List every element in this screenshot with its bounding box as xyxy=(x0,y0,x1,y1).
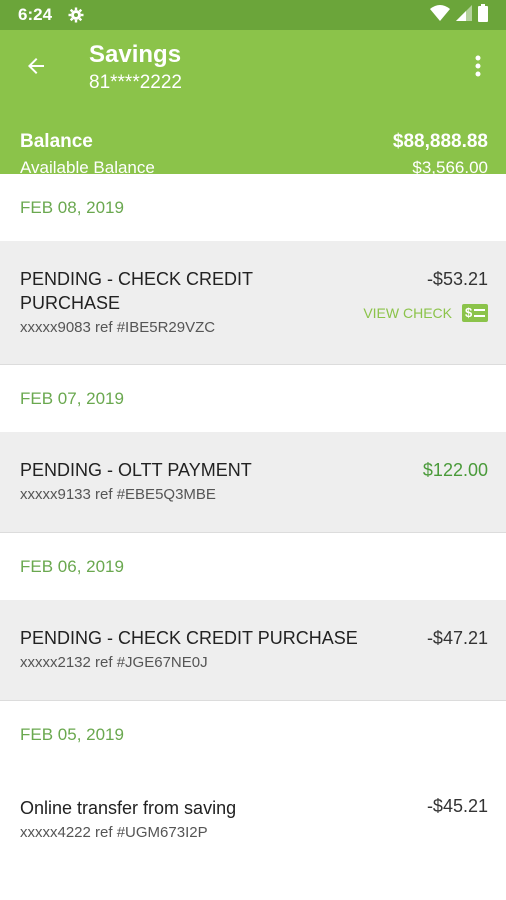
back-arrow-icon[interactable] xyxy=(22,52,50,80)
signal-icon xyxy=(456,4,472,26)
transaction-amount: -$53.21 xyxy=(426,269,488,289)
settings-gear-icon xyxy=(68,7,84,23)
page-title: Savings xyxy=(89,41,182,68)
date-header: FEB 06, 2019 xyxy=(0,533,506,600)
transaction-reference: xxxxx9083 ref #IBE5R29VZC xyxy=(20,318,216,336)
transaction-reference: xxxxx9133 ref #EBE5Q3MBE xyxy=(20,486,216,503)
view-check-label: VIEW CHECK xyxy=(363,305,452,321)
status-bar: 6:24 xyxy=(0,0,506,30)
transaction-row[interactable]: PENDING - CHECK CREDIT PURCHASE xxxxx908… xyxy=(0,241,506,365)
balance-value: $88,888.88 xyxy=(392,131,488,152)
transaction-description: PENDING - CHECK CREDIT PURCHASE xyxy=(20,268,253,313)
transaction-amount: -$47.21 xyxy=(426,628,488,648)
status-time: 6:24 xyxy=(18,5,53,24)
transaction-row[interactable]: Online transfer from saving xxxxx4222 re… xyxy=(0,768,506,869)
transaction-reference: xxxxx4222 ref #UGM673I2P xyxy=(20,824,208,841)
date-header: FEB 05, 2019 xyxy=(0,701,506,768)
balance-label: Balance xyxy=(20,131,93,152)
transaction-description: PENDING - OLTT PAYMENT xyxy=(20,460,252,480)
battery-icon xyxy=(478,3,488,27)
transaction-description: PENDING - CHECK CREDIT PURCHASE xyxy=(20,628,358,648)
transaction-reference: xxxxx2132 ref #JGE67NE0J xyxy=(20,654,208,671)
wifi-icon xyxy=(430,4,450,26)
account-header: Savings 81****2222 Balance $88,888.88 Av… xyxy=(0,30,506,177)
balance-row: Balance $88,888.88 xyxy=(20,131,488,153)
transaction-amount: -$45.21 xyxy=(426,796,488,816)
date-header: FEB 08, 2019 xyxy=(0,174,506,241)
transaction-description: Online transfer from saving xyxy=(20,798,237,818)
available-balance-value: $3,566.00 xyxy=(412,158,488,177)
available-balance-row: Available Balance $3,566.00 xyxy=(20,158,488,178)
view-check-button[interactable]: VIEW CHECK $ xyxy=(363,304,488,322)
date-header: FEB 07, 2019 xyxy=(0,365,506,432)
available-balance-label: Available Balance xyxy=(20,158,155,177)
more-options-icon[interactable] xyxy=(468,52,488,80)
account-number: 81****2222 xyxy=(89,72,182,93)
check-image-icon: $ xyxy=(462,304,488,322)
transaction-row[interactable]: PENDING - OLTT PAYMENT xxxxx9133 ref #EB… xyxy=(0,432,506,533)
transaction-row[interactable]: PENDING - CHECK CREDIT PURCHASE xxxxx213… xyxy=(0,600,506,701)
transaction-amount: $122.00 xyxy=(422,460,488,480)
transaction-list: FEB 08, 2019 PENDING - CHECK CREDIT PURC… xyxy=(0,174,506,869)
